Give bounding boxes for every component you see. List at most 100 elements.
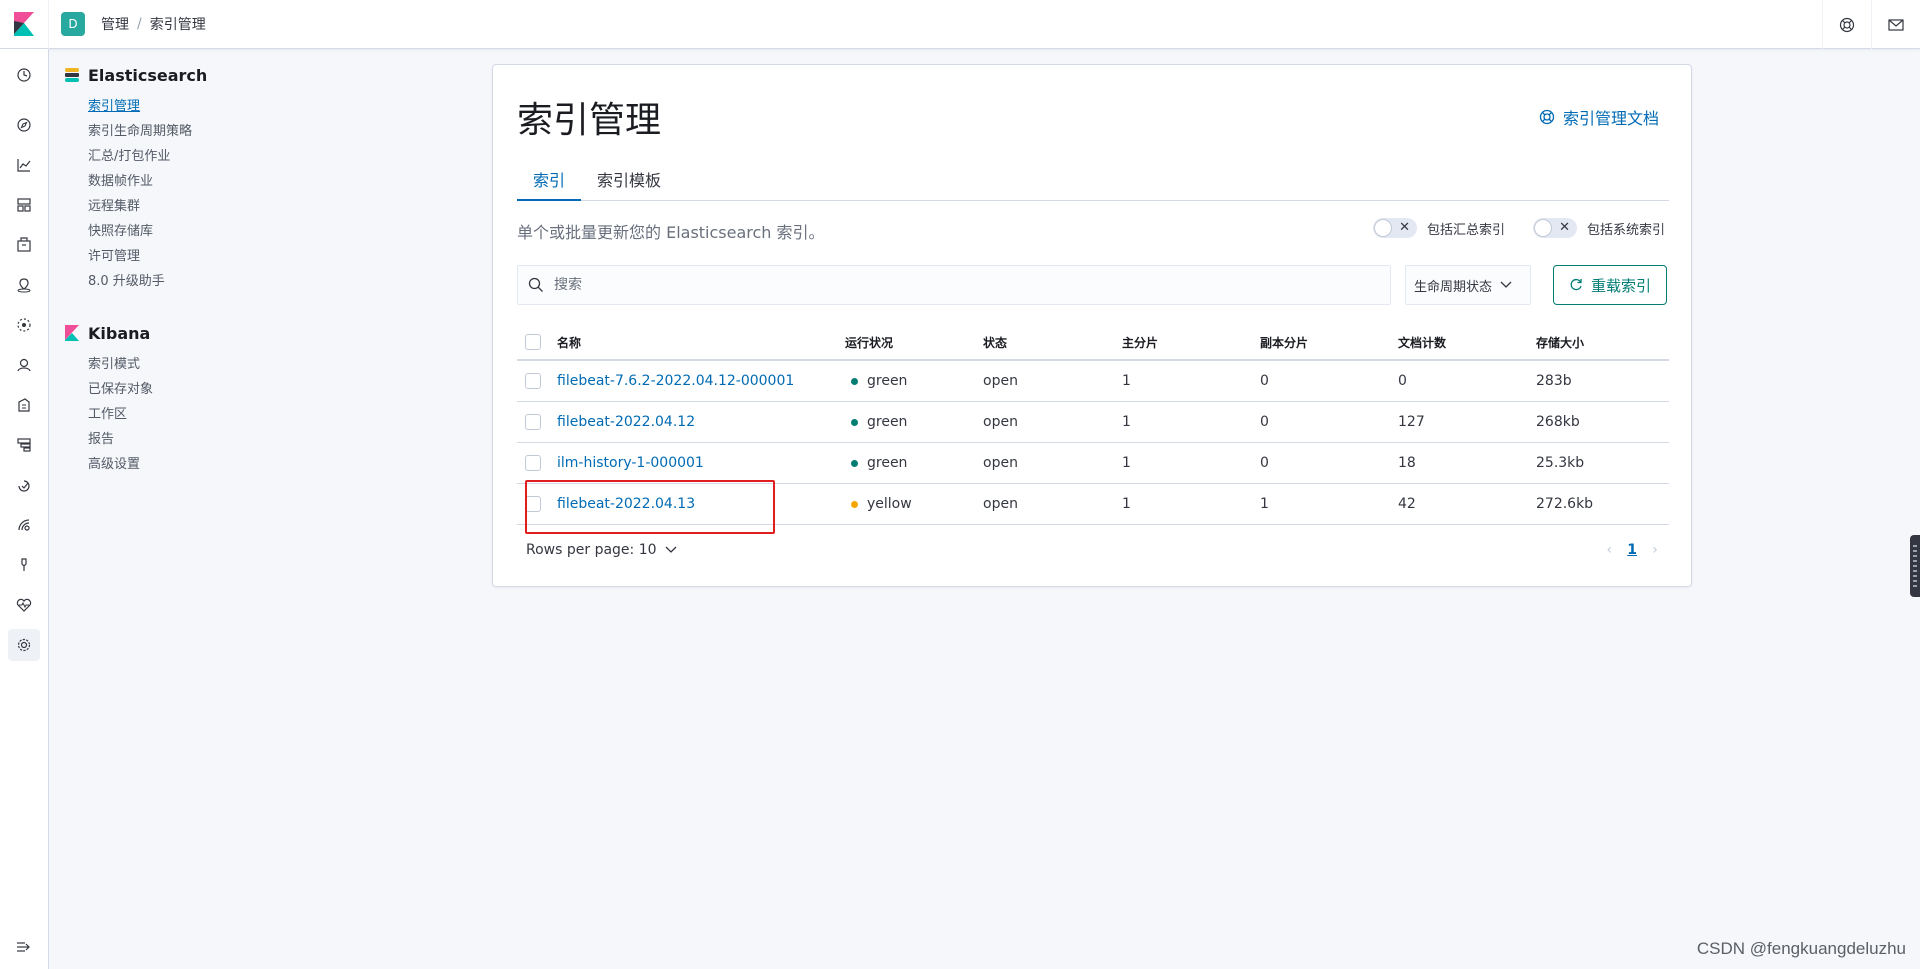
- visualize-icon[interactable]: [12, 153, 36, 177]
- nav-transforms[interactable]: 数据帧作业: [88, 169, 264, 194]
- breadcrumb-management[interactable]: 管理: [101, 14, 129, 34]
- storage-size-cell: 283b: [1536, 373, 1572, 389]
- nav-upgrade-assistant[interactable]: 8.0 升级助手: [88, 269, 264, 294]
- dev-tools-icon[interactable]: [12, 553, 36, 577]
- management-icon[interactable]: [8, 629, 40, 661]
- status-cell: open: [983, 373, 1018, 389]
- health-dot-icon: [851, 500, 858, 508]
- replicas-cell: 0: [1260, 414, 1269, 430]
- nav-saved-objects[interactable]: 已保存对象: [88, 377, 264, 402]
- nav-rollup-jobs[interactable]: 汇总/打包作业: [88, 144, 264, 169]
- collapse-nav-button[interactable]: [12, 935, 36, 959]
- elasticsearch-nav-list: 索引管理 索引生命周期策略 汇总/打包作业 数据帧作业 远程集群 快照存储库 许…: [88, 94, 264, 294]
- canvas-icon[interactable]: [12, 233, 36, 257]
- column-header-health[interactable]: 运行状况: [845, 334, 983, 351]
- tab-indices[interactable]: 索引: [517, 157, 582, 201]
- search-icon: [528, 277, 543, 292]
- chevron-down-icon: [665, 546, 676, 553]
- primaries-cell: 1: [1122, 414, 1131, 430]
- docs-link[interactable]: 索引管理文档: [1539, 105, 1659, 129]
- kibana-logo-icon: [14, 12, 34, 36]
- select-all-checkbox[interactable]: [525, 334, 541, 350]
- discover-icon[interactable]: [12, 113, 36, 137]
- nav-advanced-settings[interactable]: 高级设置: [88, 452, 264, 477]
- nav-index-management[interactable]: 索引管理: [88, 94, 264, 119]
- dashboard-icon[interactable]: [12, 193, 36, 217]
- status-cell: open: [983, 496, 1018, 512]
- nav-license-management[interactable]: 许可管理: [88, 244, 264, 269]
- kibana-nav-list: 索引模式 已保存对象 工作区 报告 高级设置: [88, 352, 264, 477]
- nav-index-patterns[interactable]: 索引模式: [88, 352, 264, 377]
- health-cell: green: [845, 414, 983, 430]
- collapse-icon: [17, 942, 30, 952]
- table-row: filebeat-7.6.2-2022.04.12-000001 green o…: [517, 361, 1669, 402]
- search-input[interactable]: [554, 277, 1354, 293]
- maps-icon[interactable]: [12, 273, 36, 297]
- page-title: 索引管理: [517, 100, 662, 141]
- monitoring-icon[interactable]: [12, 593, 36, 617]
- row-checkbox[interactable]: [525, 455, 541, 471]
- row-checkbox[interactable]: [525, 373, 541, 389]
- health-label: yellow: [867, 496, 912, 512]
- management-sidenav: Elasticsearch 索引管理 索引生命周期策略 汇总/打包作业 数据帧作…: [64, 64, 264, 477]
- machine-learning-icon[interactable]: [12, 313, 36, 337]
- index-name-link[interactable]: filebeat-2022.04.13: [557, 496, 695, 512]
- column-header-primaries[interactable]: 主分片: [1122, 334, 1260, 351]
- replicas-cell: 0: [1260, 455, 1269, 471]
- siem-icon[interactable]: [12, 513, 36, 537]
- health-dot-icon: [851, 377, 858, 385]
- lifecycle-status-filter[interactable]: 生命周期状态: [1405, 265, 1531, 305]
- newsfeed-button[interactable]: [1871, 0, 1920, 49]
- include-rollup-toggle[interactable]: ✕ 包括汇总索引: [1373, 218, 1505, 238]
- kibana-logo[interactable]: [0, 0, 49, 49]
- include-system-toggle[interactable]: ✕ 包括系统索引: [1533, 218, 1665, 238]
- docs-count-cell: 127: [1398, 414, 1425, 430]
- table-row: ilm-history-1-000001 green open 1 0 18 2…: [517, 443, 1669, 484]
- apm-icon[interactable]: [12, 433, 36, 457]
- index-name-link[interactable]: filebeat-2022.04.12: [557, 414, 695, 430]
- index-name-link[interactable]: filebeat-7.6.2-2022.04.12-000001: [557, 373, 794, 389]
- kibana-title-label: Kibana: [88, 323, 151, 343]
- index-name-link[interactable]: ilm-history-1-000001: [557, 455, 704, 471]
- recently-viewed-icon[interactable]: [12, 63, 36, 87]
- next-page-icon[interactable]: ›: [1647, 542, 1663, 558]
- replicas-cell: 1: [1260, 496, 1269, 512]
- page-number[interactable]: 1: [1627, 542, 1637, 558]
- health-dot-icon: [851, 418, 858, 426]
- rollup-switch[interactable]: ✕: [1373, 218, 1417, 238]
- column-header-replicas[interactable]: 副本分片: [1260, 334, 1398, 351]
- rows-per-page-selector[interactable]: Rows per page: 10: [526, 542, 677, 558]
- storage-size-cell: 268kb: [1536, 414, 1580, 430]
- row-checkbox[interactable]: [525, 496, 541, 512]
- reload-indices-button[interactable]: 重载索引: [1553, 265, 1667, 305]
- nav-snapshot-repositories[interactable]: 快照存储库: [88, 219, 264, 244]
- uptime-icon[interactable]: [12, 473, 36, 497]
- tab-bar: 索引 索引模板: [517, 157, 1669, 201]
- health-label: green: [867, 373, 908, 389]
- column-header-name[interactable]: 名称: [557, 334, 845, 351]
- nav-spaces[interactable]: 工作区: [88, 402, 264, 427]
- primaries-cell: 1: [1122, 373, 1131, 389]
- help-icon: [1839, 17, 1855, 32]
- column-header-docs-count[interactable]: 文档计数: [1398, 334, 1536, 351]
- top-header: D 管理 / 索引管理: [0, 0, 1920, 49]
- previous-page-icon[interactable]: ‹: [1601, 542, 1617, 558]
- nav-reporting[interactable]: 报告: [88, 427, 264, 452]
- tab-index-templates[interactable]: 索引模板: [581, 157, 677, 201]
- search-box[interactable]: [517, 265, 1391, 305]
- storage-size-cell: 25.3kb: [1536, 455, 1585, 471]
- health-label: green: [867, 414, 908, 430]
- system-toggle-label: 包括系统索引: [1587, 222, 1666, 238]
- side-drawer-handle[interactable]: [1910, 535, 1920, 597]
- nav-index-lifecycle-policies[interactable]: 索引生命周期策略: [88, 119, 264, 144]
- row-checkbox[interactable]: [525, 414, 541, 430]
- column-header-status[interactable]: 状态: [983, 334, 1122, 351]
- help-button[interactable]: [1822, 0, 1871, 49]
- docs-link-label: 索引管理文档: [1562, 109, 1659, 128]
- column-header-storage-size[interactable]: 存储大小: [1536, 334, 1669, 351]
- system-switch[interactable]: ✕: [1533, 218, 1577, 238]
- logs-icon[interactable]: [12, 393, 36, 417]
- nav-remote-clusters[interactable]: 远程集群: [88, 194, 264, 219]
- infrastructure-icon[interactable]: [12, 353, 36, 377]
- space-avatar[interactable]: D: [61, 12, 85, 36]
